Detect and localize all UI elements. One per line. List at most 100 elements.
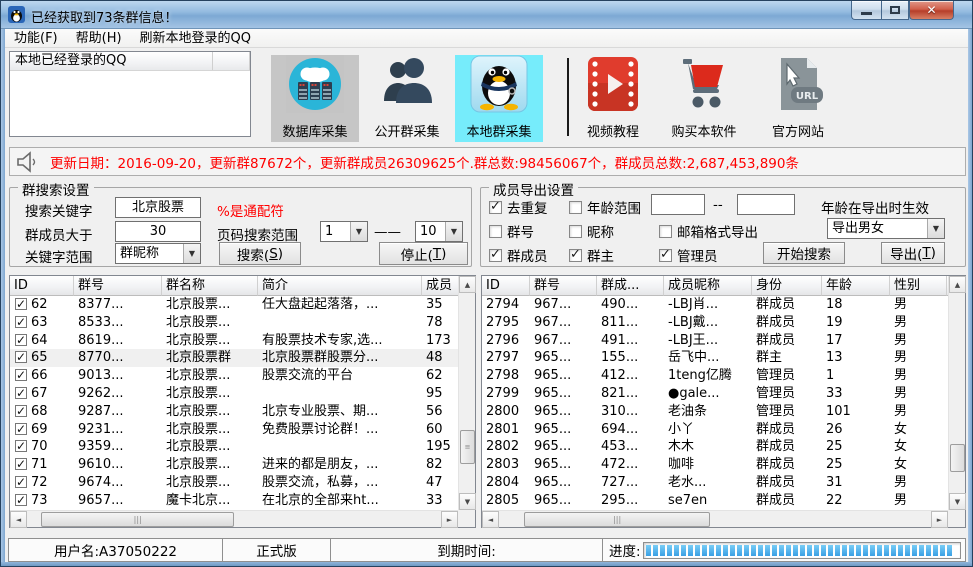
group-row[interactable]: 648619...北京股票...有股票技术专家,选...173: [10, 332, 458, 350]
row-checkbox-checked[interactable]: [15, 440, 27, 452]
row-checkbox-checked[interactable]: [15, 476, 27, 488]
local-qq-column-header[interactable]: 本地已经登录的QQ: [10, 52, 213, 70]
group-row[interactable]: 669013...北京股票...股票交流的平台62: [10, 367, 458, 385]
row-checkbox-checked[interactable]: [15, 458, 27, 470]
gender-export-select[interactable]: 导出男女 ▼: [827, 218, 945, 239]
group-row[interactable]: 628377...北京股票...任大盘起起落落，...35: [10, 296, 458, 314]
chevron-down-icon[interactable]: ▼: [350, 222, 367, 241]
column-header[interactable]: ID: [482, 276, 530, 296]
scroll-right-icon[interactable]: ►: [441, 511, 458, 528]
scrollbar-thumb[interactable]: |||: [41, 512, 234, 527]
stop-button[interactable]: 停止(T): [379, 242, 468, 265]
column-header[interactable]: 成员昵称: [664, 276, 752, 296]
chevron-down-icon[interactable]: ▼: [445, 222, 462, 241]
toolbar-video-tutorial[interactable]: 视频教程: [571, 55, 655, 140]
member-checkbox[interactable]: 群成员: [489, 245, 548, 265]
keyword-input[interactable]: 北京股票: [115, 197, 201, 218]
checkbox-icon[interactable]: [489, 249, 502, 262]
scroll-right-icon[interactable]: ►: [931, 511, 948, 528]
member-row[interactable]: 2802965...453...木木群成员25女: [482, 438, 948, 456]
page-from-select[interactable]: 1 ▼: [320, 221, 368, 242]
group-table-hscrollbar[interactable]: ◄ ||| ►: [10, 510, 458, 527]
member-row[interactable]: 2804965...727...老水...群成员31男: [482, 474, 948, 492]
member-row[interactable]: 2803965...472...咖啡群成员25女: [482, 456, 948, 474]
search-button[interactable]: 搜索(S): [219, 242, 301, 265]
scrollbar-thumb[interactable]: ≡: [460, 430, 475, 464]
scroll-down-icon[interactable]: ▼: [459, 493, 476, 510]
scroll-up-icon[interactable]: ▲: [949, 276, 966, 293]
member-row[interactable]: 2801965...694...小丫群成员26女: [482, 421, 948, 439]
column-header[interactable]: 成员: [422, 276, 458, 296]
group-row[interactable]: 658770...北京股票群北京股票群股票分...48: [10, 349, 458, 367]
scroll-left-icon[interactable]: ◄: [482, 511, 499, 528]
age-from-input[interactable]: [651, 194, 705, 215]
chevron-down-icon[interactable]: ▼: [927, 219, 944, 238]
checkbox-icon[interactable]: [569, 249, 582, 262]
close-button[interactable]: ✕: [909, 1, 954, 20]
start-search-button[interactable]: 开始搜索: [763, 242, 845, 264]
nickname-checkbox[interactable]: 昵称: [569, 221, 614, 241]
scroll-down-icon[interactable]: ▼: [949, 493, 966, 510]
member-row[interactable]: 2796967...491...-LBJ王...群成员17男: [482, 332, 948, 350]
column-header[interactable]: 简介: [258, 276, 422, 296]
row-checkbox-checked[interactable]: [15, 351, 27, 363]
group-no-checkbox[interactable]: 群号: [489, 221, 534, 241]
member-row[interactable]: 2797965...155...岳飞中...群主13男: [482, 349, 948, 367]
group-row[interactable]: 739657...魔卡北京...在北京的全部来ht...33: [10, 492, 458, 510]
toolbar-public-group-collect[interactable]: 公开群采集: [363, 55, 451, 140]
row-checkbox-checked[interactable]: [15, 423, 27, 435]
title-bar[interactable]: 已经获取到73条群信息！ ✕: [1, 1, 972, 29]
member-row[interactable]: 2795967...811...-LBJ戴...群成员19男: [482, 314, 948, 332]
age-to-input[interactable]: [737, 194, 795, 215]
age-range-checkbox[interactable]: 年龄范围: [569, 197, 641, 217]
checkbox-icon[interactable]: [569, 225, 582, 238]
checkbox-icon[interactable]: [659, 249, 672, 262]
member-row[interactable]: 2800965...310...老油条管理员101男: [482, 403, 948, 421]
export-button[interactable]: 导出(T): [881, 242, 945, 264]
toolbar-buy-software[interactable]: 购买本软件: [662, 55, 746, 140]
member-row[interactable]: 2798965...412...1teng亿腾管理员1男: [482, 367, 948, 385]
checkbox-icon[interactable]: [489, 225, 502, 238]
group-row[interactable]: 679262...北京股票...95: [10, 385, 458, 403]
scroll-left-icon[interactable]: ◄: [10, 511, 27, 528]
toolbar-database-collect[interactable]: 数据库采集: [271, 55, 359, 142]
member-row[interactable]: 2805965...295...se7en群成员22男: [482, 492, 948, 510]
member-table-vscrollbar[interactable]: ▲ ▼: [948, 276, 965, 510]
group-row[interactable]: 689287...北京股票...北京专业股票、期...56: [10, 403, 458, 421]
chevron-down-icon[interactable]: ▼: [183, 244, 200, 263]
row-checkbox-checked[interactable]: [15, 334, 27, 346]
column-header[interactable]: 群号: [530, 276, 597, 296]
column-header[interactable]: 身份: [752, 276, 822, 296]
owner-checkbox[interactable]: 群主: [569, 245, 614, 265]
scroll-up-icon[interactable]: ▲: [459, 276, 476, 293]
minimize-button[interactable]: [851, 1, 881, 20]
admin-checkbox[interactable]: 管理员: [659, 245, 718, 265]
menu-refresh-local-qq[interactable]: 刷新本地登录的QQ: [131, 29, 260, 48]
column-header[interactable]: 群成...: [597, 276, 664, 296]
checkbox-icon[interactable]: [659, 225, 672, 238]
column-header[interactable]: 性别: [890, 276, 947, 296]
local-qq-list-body[interactable]: [10, 71, 250, 136]
group-row[interactable]: 729674...北京股票...股票交流，私募，...47: [10, 474, 458, 492]
row-checkbox-checked[interactable]: [15, 387, 27, 399]
menu-function[interactable]: 功能(F): [5, 29, 67, 48]
member-row[interactable]: 2794967...490...-LBJ肖...群成员18男: [482, 296, 948, 314]
row-checkbox-checked[interactable]: [15, 316, 27, 328]
row-checkbox-checked[interactable]: [15, 405, 27, 417]
member-table-hscrollbar[interactable]: ◄ ||| ►: [482, 510, 948, 527]
row-checkbox-checked[interactable]: [15, 494, 27, 506]
column-header[interactable]: 年龄: [822, 276, 890, 296]
checkbox-icon[interactable]: [569, 201, 582, 214]
column-header[interactable]: 群号: [74, 276, 162, 296]
checkbox-icon[interactable]: [489, 201, 502, 214]
column-header[interactable]: ID: [10, 276, 74, 296]
keyword-scope-select[interactable]: 群昵称 ▼: [115, 243, 201, 264]
dedup-checkbox[interactable]: 去重复: [489, 197, 548, 217]
member-row[interactable]: 2799965...821...●gale...管理员33男: [482, 385, 948, 403]
email-format-checkbox[interactable]: 邮箱格式导出: [659, 221, 758, 241]
group-row[interactable]: 699231...北京股票...免费股票讨论群！...60: [10, 421, 458, 439]
group-row[interactable]: 719610...北京股票...进来的都是朋友，...82: [10, 456, 458, 474]
local-qq-column-extra[interactable]: [213, 52, 250, 70]
menu-help[interactable]: 帮助(H): [67, 29, 131, 48]
min-members-input[interactable]: 30: [115, 221, 201, 242]
